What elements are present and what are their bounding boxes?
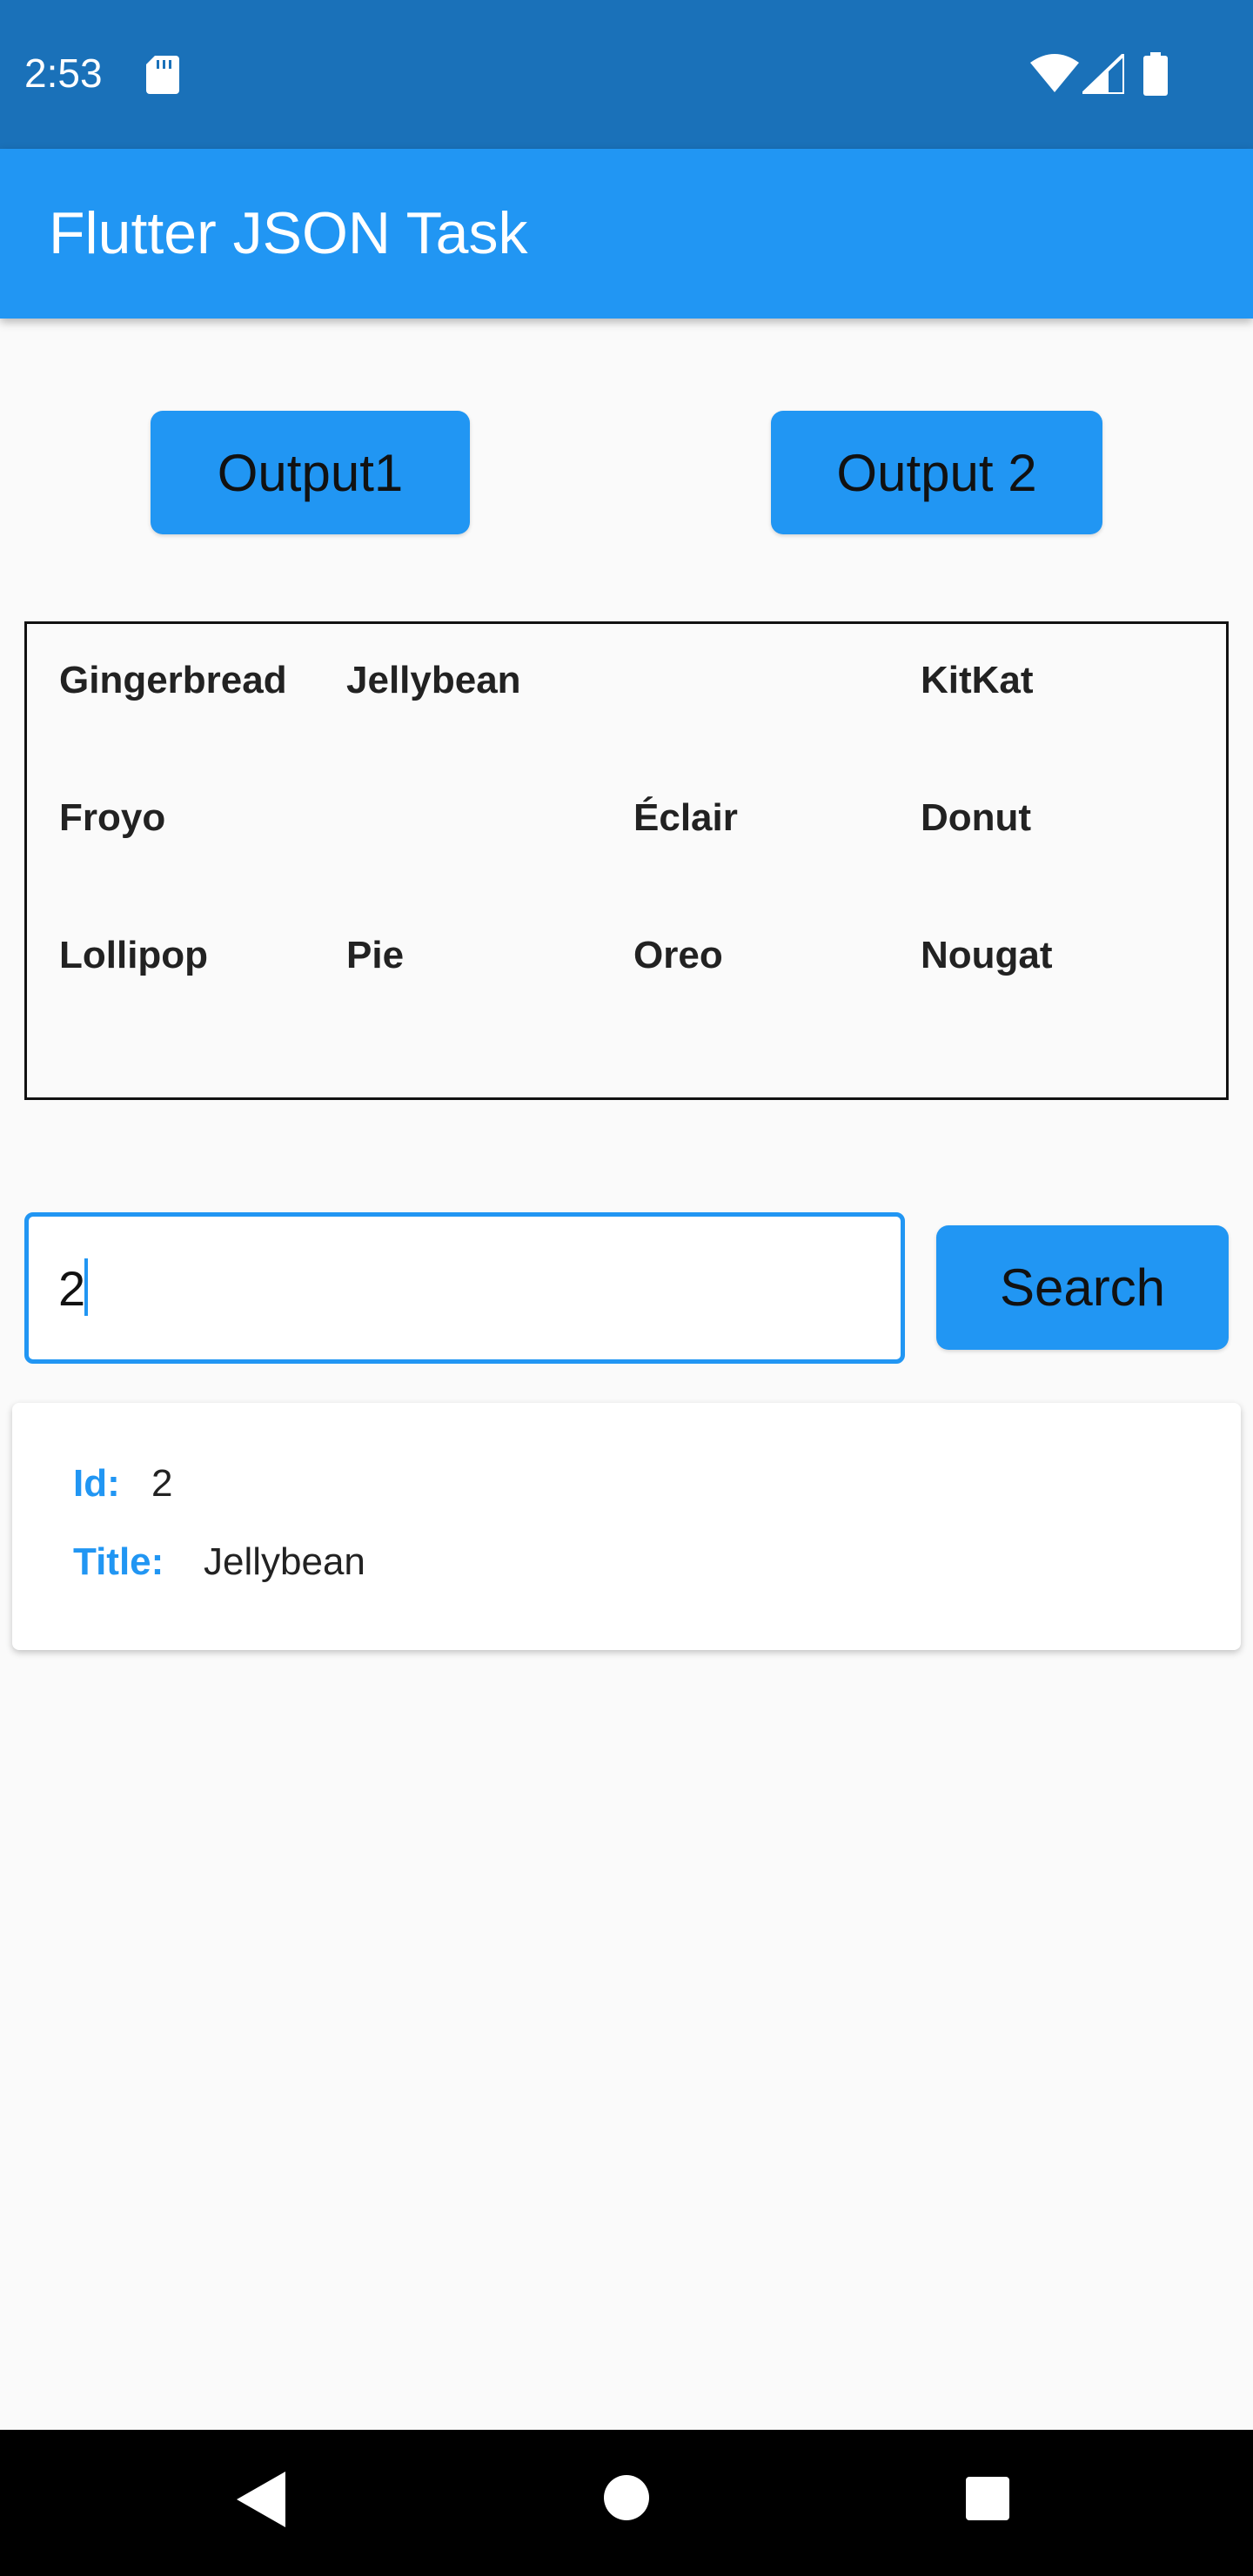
grid-cell: Nougat [921, 934, 1053, 976]
grid-cell: Froyo [59, 796, 166, 839]
grid-cell: Oreo [633, 934, 723, 976]
grid-cell: Pie [346, 934, 405, 976]
back-icon[interactable] [237, 2472, 285, 2527]
battery-icon [1143, 52, 1168, 96]
result-card: Id: 2 Title: Jellybean [12, 1403, 1241, 1650]
wifi-icon [1030, 54, 1079, 92]
search-input[interactable]: 2 [24, 1212, 905, 1364]
signal-icon [1082, 54, 1124, 94]
home-icon[interactable] [604, 2475, 649, 2520]
output2-button[interactable]: Output 2 [771, 411, 1102, 534]
status-bar: 2:53 [0, 0, 1253, 149]
grid-cell: Lollipop [59, 934, 209, 976]
sd-card-icon [146, 56, 179, 94]
search-button[interactable]: Search [936, 1225, 1229, 1350]
app-title: Flutter JSON Task [49, 200, 528, 266]
title-label: Title: [73, 1540, 164, 1583]
id-value: 2 [151, 1462, 173, 1505]
recents-icon[interactable] [966, 2477, 1009, 2520]
search-input-value: 2 [58, 1261, 86, 1316]
text-caret [84, 1258, 88, 1316]
id-label: Id: [73, 1462, 120, 1505]
navigation-bar [0, 2430, 1253, 2576]
grid-cell: Jellybean [346, 659, 521, 701]
grid-cell: Donut [921, 796, 1032, 839]
names-grid: Gingerbread Jellybean KitKat Froyo Éclai… [24, 621, 1229, 1100]
grid-cell: Gingerbread [59, 659, 287, 701]
app-screen: 2:53 Flutter JSON Task Output1 Output 2 … [0, 0, 1253, 2576]
grid-cell: Éclair [633, 796, 738, 839]
app-bar: Flutter JSON Task [0, 149, 1253, 319]
status-time: 2:53 [24, 50, 103, 96]
grid-cell: KitKat [921, 659, 1034, 701]
title-value: Jellybean [204, 1540, 365, 1583]
output1-button[interactable]: Output1 [151, 411, 470, 534]
